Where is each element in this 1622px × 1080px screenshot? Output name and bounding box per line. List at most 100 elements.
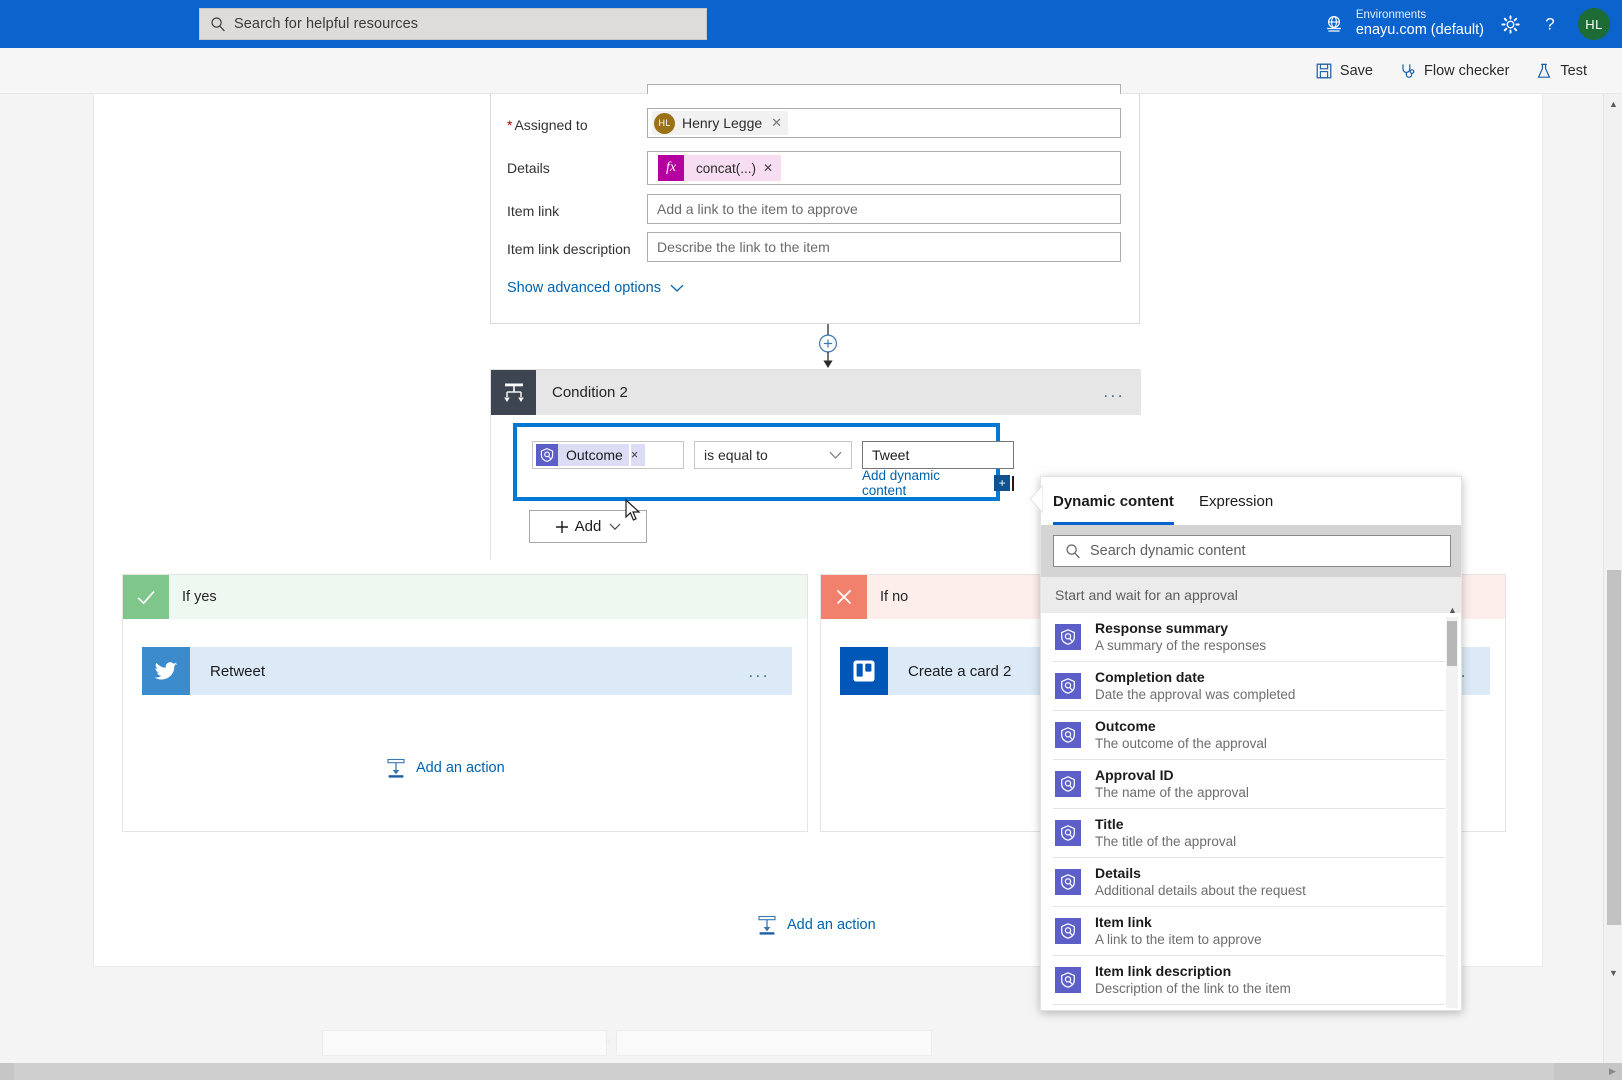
- item-link-placeholder: Add a link to the item to approve: [648, 201, 858, 217]
- flyout-tabs: Dynamic content Expression: [1041, 477, 1462, 525]
- add-dynamic-content-label: Add dynamic content: [862, 468, 987, 498]
- list-item-description: Additional details about the request: [1095, 883, 1306, 899]
- list-item-description: The outcome of the approval: [1095, 736, 1267, 752]
- globe-icon[interactable]: [1314, 0, 1354, 48]
- list-item[interactable]: Item link A link to the item to approve: [1053, 907, 1445, 956]
- list-item-description: The name of the approval: [1095, 785, 1249, 801]
- list-item[interactable]: Details Additional details about the req…: [1053, 858, 1445, 907]
- dynamic-content-flyout: Dynamic content Expression Search dynami…: [1040, 476, 1462, 1011]
- dynamic-content-list[interactable]: Response summary A summary of the respon…: [1041, 613, 1462, 1011]
- branch-if-yes-label: If yes: [182, 589, 217, 605]
- help-icon[interactable]: ?: [1530, 0, 1570, 48]
- plus-icon: [555, 520, 569, 534]
- test-button[interactable]: Test: [1522, 48, 1600, 94]
- plus-icon[interactable]: +: [994, 475, 1010, 491]
- add-action-icon: [385, 757, 407, 779]
- tab-dynamic-content[interactable]: Dynamic content: [1053, 477, 1174, 525]
- text-caret: [1012, 476, 1014, 491]
- horizontal-scrollbar[interactable]: ▶: [0, 1063, 1622, 1080]
- remove-left-operand-icon[interactable]: ×: [631, 444, 645, 466]
- list-item-name: Item link description: [1095, 963, 1291, 980]
- global-search-placeholder: Search for helpful resources: [234, 16, 418, 32]
- branch-if-yes-header: If yes: [123, 575, 807, 619]
- horizontal-scrollbar-thumb[interactable]: [14, 1063, 1554, 1080]
- gear-icon[interactable]: [1490, 0, 1530, 48]
- page-scroll-up-icon[interactable]: ▲: [1604, 94, 1622, 113]
- add-button-label: Add: [575, 518, 602, 535]
- action-card-retweet[interactable]: Retweet ...: [142, 647, 792, 695]
- expression-token[interactable]: fx concat(...) ✕: [658, 155, 781, 181]
- field-details: Details fx concat(...) ✕: [491, 151, 1141, 189]
- list-item[interactable]: Response summary A summary of the respon…: [1053, 613, 1445, 662]
- list-item-description: Date the approval was completed: [1095, 687, 1295, 703]
- list-item-name: Response summary: [1095, 620, 1266, 637]
- tab-expression[interactable]: Expression: [1199, 477, 1273, 525]
- approval-dynamic-icon: [1055, 918, 1081, 944]
- environment-selector[interactable]: Environments enayu.com (default): [1356, 9, 1484, 39]
- list-item-description: The title of the approval: [1095, 834, 1236, 850]
- flow-checker-label: Flow checker: [1424, 63, 1509, 79]
- flyout-scrollbar[interactable]: ▲ ▼: [1446, 617, 1458, 1008]
- show-advanced-options-link[interactable]: Show advanced options: [507, 280, 684, 296]
- list-item-description: A summary of the responses: [1095, 638, 1266, 654]
- assigned-to-input[interactable]: HL Henry Legge ✕: [647, 108, 1121, 138]
- environments-label: Environments: [1356, 9, 1484, 22]
- item-link-input[interactable]: Add a link to the item to approve: [647, 194, 1121, 224]
- search-icon: [1065, 543, 1081, 559]
- save-button[interactable]: Save: [1302, 48, 1386, 94]
- scroll-up-icon[interactable]: ▲: [1448, 605, 1457, 615]
- list-item-name: Title: [1095, 816, 1236, 833]
- app-header: Search for helpful resources Environment…: [0, 0, 1622, 48]
- remove-expression-token-icon[interactable]: ✕: [763, 161, 773, 175]
- approval-dynamic-icon: [1055, 624, 1081, 650]
- person-token-avatar: HL: [654, 113, 675, 134]
- list-item-description: A link to the item to approve: [1095, 932, 1262, 948]
- flyout-group-header: Start and wait for an approval: [1041, 577, 1462, 613]
- page-scrollbar[interactable]: ▲ ▼: [1603, 94, 1622, 1080]
- horizontal-scroll-right-icon[interactable]: ▶: [1603, 1063, 1622, 1080]
- condition-header[interactable]: Condition 2 ...: [491, 370, 1141, 415]
- details-input[interactable]: fx concat(...) ✕: [647, 151, 1121, 185]
- required-asterisk: *: [507, 117, 512, 133]
- condition-value-text: Tweet: [872, 447, 909, 463]
- person-token[interactable]: HL Henry Legge ✕: [652, 111, 788, 135]
- avatar[interactable]: HL: [1578, 8, 1610, 40]
- condition-left-operand[interactable]: Outcome ×: [532, 441, 684, 469]
- item-link-description-input[interactable]: Describe the link to the item: [647, 232, 1121, 262]
- list-item[interactable]: Item link description Description of the…: [1053, 956, 1445, 1005]
- remove-person-token-icon[interactable]: ✕: [771, 115, 782, 131]
- search-icon: [210, 16, 226, 32]
- header-right-group: Environments enayu.com (default) ? HL: [1314, 0, 1622, 48]
- ghost-button-right: [616, 1030, 932, 1056]
- condition-menu-button[interactable]: ...: [1103, 382, 1125, 402]
- fx-icon: fx: [658, 155, 684, 181]
- add-action-if-yes[interactable]: Add an action: [385, 755, 545, 781]
- flyout-scrollbar-thumb[interactable]: [1447, 621, 1457, 666]
- list-item-name: Item link: [1095, 914, 1262, 931]
- add-dynamic-content-link[interactable]: Add dynamic content +: [862, 473, 1014, 493]
- global-search-input[interactable]: Search for helpful resources: [199, 8, 707, 40]
- page-scrollbar-thumb[interactable]: [1607, 570, 1621, 925]
- field-label-item-link-description: Item link description: [507, 241, 631, 257]
- mouse-cursor: [624, 499, 642, 523]
- x-icon: [821, 575, 867, 619]
- dynamic-content-search-input[interactable]: Search dynamic content: [1053, 535, 1451, 567]
- action-menu-button[interactable]: ...: [748, 662, 770, 682]
- condition-row-selected: Outcome × is equal to Tweet Add dynamic …: [513, 423, 1000, 501]
- flow-checker-button[interactable]: Flow checker: [1386, 48, 1522, 94]
- list-item[interactable]: Completion date Date the approval was co…: [1053, 662, 1445, 711]
- list-item[interactable]: Title The title of the approval: [1053, 809, 1445, 858]
- field-item-link-description: Item link description Describe the link …: [491, 232, 1141, 270]
- page-scroll-down-icon[interactable]: ▼: [1604, 963, 1622, 982]
- previous-field-partial: [647, 84, 1121, 94]
- save-label: Save: [1340, 63, 1373, 79]
- condition-title: Condition 2: [552, 384, 628, 401]
- condition-operator-value: is equal to: [704, 447, 768, 463]
- list-item[interactable]: Outcome The outcome of the approval: [1053, 711, 1445, 760]
- add-action-bottom[interactable]: Add an action: [756, 912, 916, 938]
- check-icon: [123, 575, 169, 619]
- list-item[interactable]: Approval ID The name of the approval: [1053, 760, 1445, 809]
- ghost-dialog-buttons: ✕: [322, 1030, 932, 1056]
- condition-value-input[interactable]: Tweet: [862, 441, 1014, 469]
- condition-operator-select[interactable]: is equal to: [694, 441, 852, 469]
